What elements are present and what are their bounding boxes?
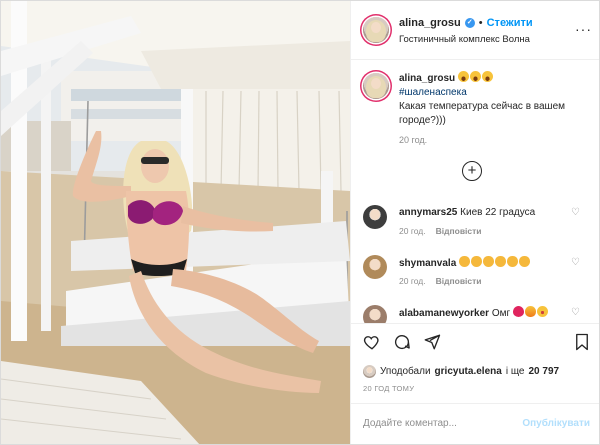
comment-time[interactable]: 20 год. (399, 226, 426, 236)
heart-icon[interactable]: ♡ (571, 257, 580, 268)
verified-icon: ✓ (464, 18, 475, 28)
liker-username[interactable]: gricyuta.elena (435, 366, 502, 377)
comment-username[interactable]: alabamanewyorker (399, 308, 489, 319)
commenter-avatar[interactable] (363, 205, 387, 229)
laughing-emoji-icon (457, 71, 494, 84)
reaction-emoji-icon (512, 306, 549, 319)
comment-body: Омг (491, 308, 511, 319)
post-header: alina_grosu ✓ • Стежити Гостиничный комп… (351, 1, 599, 60)
comment-meta: 20 год. Відповісти (399, 226, 482, 236)
comments-section[interactable]: alina_grosu #шаленаспека Какая температу… (351, 61, 599, 323)
liker-avatar (363, 365, 376, 378)
comment-username[interactable]: shymanvala (399, 258, 456, 269)
share-icon[interactable] (423, 333, 441, 351)
likes-middle: і ще (505, 366, 525, 377)
beach-swing-photo (1, 1, 350, 444)
comment-item: annymars25 Киев 22 градуса 20 год. Відпов… (351, 201, 599, 251)
bookmark-icon[interactable] (574, 333, 590, 351)
comment-item: shymanvala 20 год. Відповісти ♡ (351, 251, 599, 301)
reply-button[interactable]: Відповісти (436, 276, 482, 286)
caption-time[interactable]: 20 год. (399, 135, 427, 145)
comment-meta: 20 год. Відповісти (399, 276, 482, 286)
heart-icon[interactable]: ♡ (571, 207, 580, 218)
publish-button[interactable]: Опублікувати (522, 418, 590, 429)
comment-text: shymanvala (399, 256, 571, 271)
post-sidebar: alina_grosu ✓ • Стежити Гостиничный комп… (350, 1, 599, 444)
author-avatar[interactable] (363, 17, 389, 43)
likes-prefix: Уподобали (380, 366, 431, 377)
more-icon[interactable]: ··· (575, 21, 592, 37)
comment-body: Киев 22 градуса (460, 207, 536, 218)
caption-username[interactable]: alina_grosu (399, 73, 455, 84)
caption-avatar[interactable] (363, 73, 389, 99)
author-username[interactable]: alina_grosu (399, 17, 461, 29)
clapping-emoji-icon (459, 256, 531, 269)
caption-text: alina_grosu #шаленаспека Какая температу… (399, 71, 595, 128)
comment-time[interactable]: 20 год. (399, 276, 426, 286)
comment-text: annymars25 Киев 22 градуса (399, 206, 571, 220)
commenter-avatar[interactable] (363, 305, 387, 323)
comment-input[interactable]: Додайте коментар... (363, 418, 457, 429)
add-comment-bar: Додайте коментар... Опублікувати (351, 403, 599, 444)
likes-count[interactable]: 20 797 (529, 366, 560, 377)
likes-summary[interactable]: Уподобали gricyuta.elena і ще 20 797 (363, 365, 559, 378)
add-circle-icon[interactable]: + (462, 161, 482, 181)
post-location[interactable]: Гостиничный комплекс Волна (399, 34, 530, 45)
comment-text: alabamanewyorker Омг (399, 306, 571, 321)
separator-dot: • (478, 17, 483, 29)
caption-hashtag[interactable]: #шаленаспека (399, 87, 467, 98)
caption-body: Какая температура сейчас в вашем городе?… (399, 101, 566, 126)
heart-icon[interactable]: ♡ (571, 307, 580, 318)
reply-button[interactable]: Відповісти (436, 226, 482, 236)
author-line: alina_grosu ✓ • Стежити (399, 17, 533, 29)
comment-item: alabamanewyorker Омг ♡ (351, 301, 599, 323)
follow-button[interactable]: Стежити (487, 17, 533, 29)
comment-icon[interactable] (393, 333, 411, 351)
commenter-avatar[interactable] (363, 255, 387, 279)
action-icons (363, 333, 441, 351)
comment-username[interactable]: annymars25 (399, 207, 457, 218)
instagram-post-modal: alina_grosu ✓ • Стежити Гостиничный комп… (0, 0, 600, 445)
post-timestamp[interactable]: 20 ГОД ТОМУ (363, 384, 414, 393)
post-photo[interactable] (1, 1, 350, 444)
heart-icon[interactable] (363, 333, 381, 351)
